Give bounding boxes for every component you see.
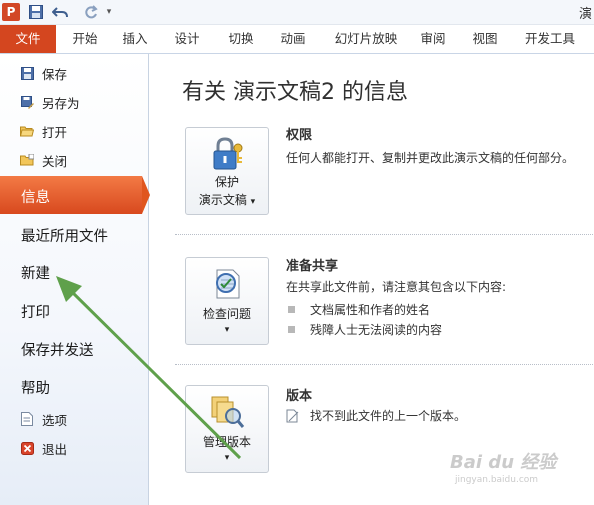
open-command[interactable]: 打开 <box>20 120 67 142</box>
versions-description: 找不到此文件的上一个版本。 <box>286 407 466 424</box>
info-pane: 有关 演示文稿2 的信息 保护 演示文稿 ▾ 权限 任何人都能打开、复制并更改此… <box>149 54 594 505</box>
close-command-label: 关闭 <box>42 153 68 169</box>
tab-review[interactable]: 审阅 <box>412 25 454 53</box>
quick-access-toolbar: P ▾ 演 <box>0 0 594 25</box>
section-divider <box>175 234 593 235</box>
protect-button-label-line1: 保护 <box>214 175 239 189</box>
save-as-command-label: 另存为 <box>42 95 80 111</box>
manage-versions-button[interactable]: 管理版本 ▾ <box>185 385 269 473</box>
list-item: 文档属性和作者的姓名 <box>288 301 430 318</box>
nav-save-and-send[interactable]: 保存并发送 <box>21 339 94 360</box>
nav-recent-files[interactable]: 最近所用文件 <box>21 225 108 246</box>
window-title: 演 <box>578 7 592 22</box>
save-as-command[interactable]: 另存为 <box>20 91 80 113</box>
open-command-label: 打开 <box>42 124 68 140</box>
nav-info[interactable]: 信息 <box>21 186 50 207</box>
check-for-issues-button[interactable]: 检查问题 ▾ <box>185 257 269 345</box>
exit-command[interactable]: 退出 <box>20 437 67 459</box>
save-command[interactable]: 保存 <box>20 62 67 84</box>
prepare-for-sharing-heading: 准备共享 <box>286 259 339 274</box>
permissions-heading: 权限 <box>286 128 313 143</box>
baidu-jingyan-watermark: Bai du 经验 <box>450 452 557 473</box>
close-command[interactable]: 关闭 <box>20 149 67 171</box>
open-folder-icon <box>20 124 34 138</box>
versions-heading: 版本 <box>286 389 313 404</box>
nav-help[interactable]: 帮助 <box>21 377 50 398</box>
exit-x-icon <box>20 441 34 455</box>
tab-file[interactable]: 文件 <box>0 25 56 53</box>
tab-home[interactable]: 开始 <box>64 25 106 53</box>
list-item-text: 残障人士无法阅读的内容 <box>310 323 443 337</box>
permissions-description: 任何人都能打开、复制并更改此演示文稿的任何部分。 <box>286 151 575 165</box>
tab-transitions[interactable]: 切换 <box>220 25 262 53</box>
bullet-square-icon <box>288 326 295 333</box>
exit-command-label: 退出 <box>42 441 68 457</box>
save-icon <box>20 66 34 80</box>
tab-insert[interactable]: 插入 <box>114 25 156 53</box>
undo-icon[interactable] <box>50 3 72 21</box>
no-versions-document-icon <box>286 409 300 423</box>
options-document-icon <box>20 412 34 426</box>
customize-qat-icon[interactable]: ▾ <box>104 3 114 21</box>
chevron-down-icon: ▾ <box>250 197 256 207</box>
tab-animations[interactable]: 动画 <box>272 25 314 53</box>
check-issues-label: 检查问题 <box>202 307 251 321</box>
backstage-navigation: 保存 另存为 打开 关闭 信息 最近所用文件 新建 打印 保存并发送 帮助 选项… <box>0 54 150 505</box>
powerpoint-logo-icon[interactable]: P <box>2 3 20 21</box>
versions-description-text: 找不到此文件的上一个版本。 <box>310 409 467 423</box>
section-divider <box>175 364 593 365</box>
chevron-down-icon: ▾ <box>224 325 230 335</box>
tab-view[interactable]: 视图 <box>464 25 506 53</box>
inspect-document-icon <box>209 266 245 302</box>
protect-presentation-button[interactable]: 保护 演示文稿 ▾ <box>185 127 269 215</box>
options-command[interactable]: 选项 <box>20 408 67 430</box>
save-icon[interactable] <box>28 3 44 21</box>
bullet-square-icon <box>288 306 295 313</box>
redo-icon[interactable] <box>82 3 100 21</box>
versions-documents-icon <box>209 394 245 430</box>
manage-versions-label: 管理版本 <box>202 435 251 449</box>
ribbon-tab-bar: 文件 开始 插入 设计 切换 动画 幻灯片放映 审阅 视图 开发工具 <box>0 25 594 54</box>
save-as-icon <box>20 95 34 109</box>
lock-keys-icon <box>209 136 245 172</box>
list-item: 残障人士无法阅读的内容 <box>288 321 442 338</box>
close-folder-icon <box>20 153 34 167</box>
options-command-label: 选项 <box>42 412 68 428</box>
watermark-url: jingyan.baidu.com <box>455 475 539 485</box>
tab-developer[interactable]: 开发工具 <box>516 25 584 53</box>
protect-button-label-line2: 演示文稿 ▾ <box>198 193 256 207</box>
prepare-description: 在共享此文件前，请注意其包含以下内容: <box>286 280 507 294</box>
save-command-label: 保存 <box>42 66 68 82</box>
nav-print[interactable]: 打印 <box>21 301 50 322</box>
chevron-down-icon: ▾ <box>224 453 230 463</box>
list-item-text: 文档属性和作者的姓名 <box>310 303 431 317</box>
page-title: 有关 演示文稿2 的信息 <box>182 80 408 105</box>
tab-slideshow[interactable]: 幻灯片放映 <box>326 25 406 53</box>
nav-new[interactable]: 新建 <box>21 262 50 283</box>
tab-design[interactable]: 设计 <box>166 25 208 53</box>
